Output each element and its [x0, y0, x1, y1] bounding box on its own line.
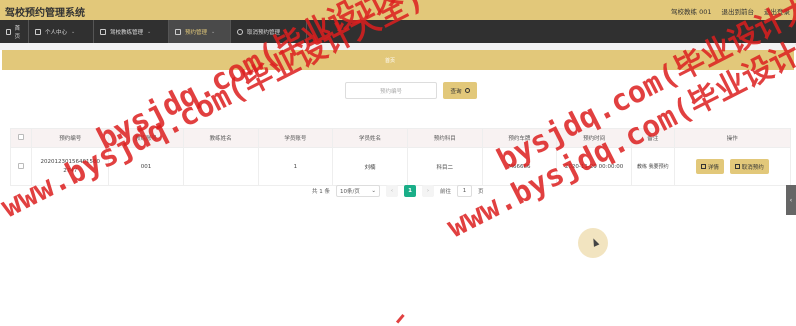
doc-icon	[700, 164, 706, 169]
side-drawer-handle[interactable]: ‹	[786, 185, 796, 215]
cell-subject: 科目二	[406, 147, 483, 186]
search-button[interactable]: 查询	[443, 82, 477, 99]
page-size-value: 10条/页	[340, 189, 360, 195]
current-user: 驾校教练 001	[671, 8, 712, 16]
breadcrumb: 首页	[385, 58, 396, 64]
circle-icon	[237, 28, 243, 35]
nav-item-label: 驾校教练管理	[110, 29, 144, 36]
col-header: 学员账号	[257, 128, 334, 148]
chevron-down-icon: ⌄	[147, 28, 152, 35]
app-title: 驾校预约管理系统	[5, 8, 85, 19]
nav-item-profile[interactable]: 个人中心 ⌄	[29, 20, 94, 43]
col-header: 预约科目	[406, 128, 483, 148]
nav-item-label: 预约管理	[185, 29, 208, 36]
home-icon	[6, 28, 11, 35]
search-button-label: 查询	[450, 88, 462, 95]
nav-item-coach-mgmt[interactable]: 驾校教练管理 ⌄	[94, 20, 169, 43]
cell-coach-name	[182, 147, 259, 186]
select-all-checkbox[interactable]	[18, 134, 25, 140]
chevron-down-icon: ⌄	[71, 28, 76, 35]
page-number-current[interactable]: 1	[404, 185, 416, 197]
col-header: 学员姓名	[332, 128, 408, 148]
cell-student-account: 1	[257, 147, 334, 186]
nav-item-booking-mgmt[interactable]: 预约管理 ⌄	[169, 20, 231, 43]
nav-item-label: 个人中心	[45, 29, 68, 36]
grid-icon	[100, 28, 106, 35]
search-input[interactable]: 预约编号	[345, 82, 437, 99]
user-icon	[35, 28, 41, 35]
select-all-cell[interactable]	[9, 128, 33, 148]
page-size-select[interactable]: 10条/页 ⌄	[336, 185, 380, 197]
watermark-fragment	[395, 313, 411, 326]
chevron-down-icon: ⌄	[211, 28, 216, 35]
col-header: 操作	[673, 128, 792, 148]
detail-button-label: 详情	[707, 164, 719, 171]
mic-icon	[175, 28, 181, 35]
total-count: 共 1 条	[312, 189, 330, 195]
cell-student-name: 刘楠	[332, 147, 408, 186]
nav-item-home[interactable]: 首页	[0, 20, 29, 43]
cancel-booking-button[interactable]: 取消预约	[729, 159, 769, 174]
next-page-button[interactable]: ›	[422, 185, 434, 197]
detail-button[interactable]: 详情	[695, 159, 724, 174]
search-icon	[464, 88, 470, 93]
cell-actions: 详情 取消预约	[673, 147, 792, 186]
prev-page-button[interactable]: ‹	[386, 185, 398, 197]
row-checkbox[interactable]	[18, 162, 25, 169]
doc-icon	[734, 164, 740, 169]
chevron-down-icon: ⌄	[371, 188, 376, 194]
goto-label: 前往	[440, 189, 452, 195]
cancel-button-label: 取消预约	[741, 164, 764, 171]
nav-item-label: 首页	[14, 25, 21, 40]
pagination: 共 1 条 10条/页 ⌄ ‹ 1 › 前往 1 页	[312, 185, 484, 197]
